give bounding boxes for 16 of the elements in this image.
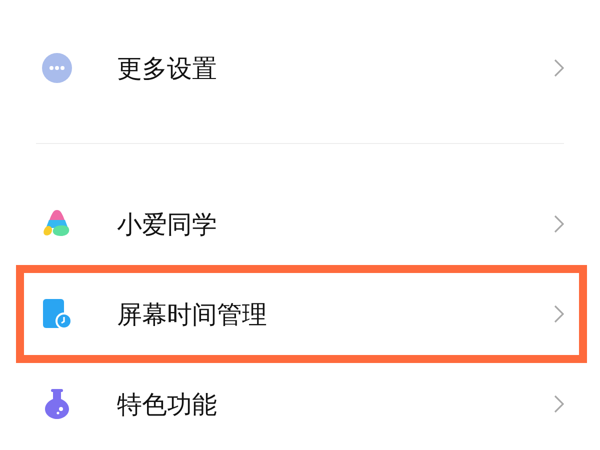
flask-icon: [42, 389, 72, 419]
item-label: 特色功能: [117, 388, 218, 420]
phone-clock-icon: [42, 299, 72, 329]
assistant-icon: [42, 209, 72, 239]
chevron-right-icon: [554, 305, 564, 323]
item-label: 小爱同学: [117, 208, 218, 240]
chevron-right-icon: [554, 59, 564, 77]
settings-item[interactable]: 特色功能: [0, 359, 600, 449]
highlighted-settings-item[interactable]: 屏幕时间管理: [20, 269, 583, 359]
settings-item[interactable]: 小爱同学: [0, 179, 600, 269]
chevron-right-icon: [554, 395, 564, 413]
item-label: 屏幕时间管理: [117, 298, 268, 330]
more-icon: [42, 53, 72, 83]
settings-item[interactable]: 更多设置: [0, 23, 600, 113]
item-label: 更多设置: [117, 52, 218, 84]
chevron-right-icon: [554, 215, 564, 233]
